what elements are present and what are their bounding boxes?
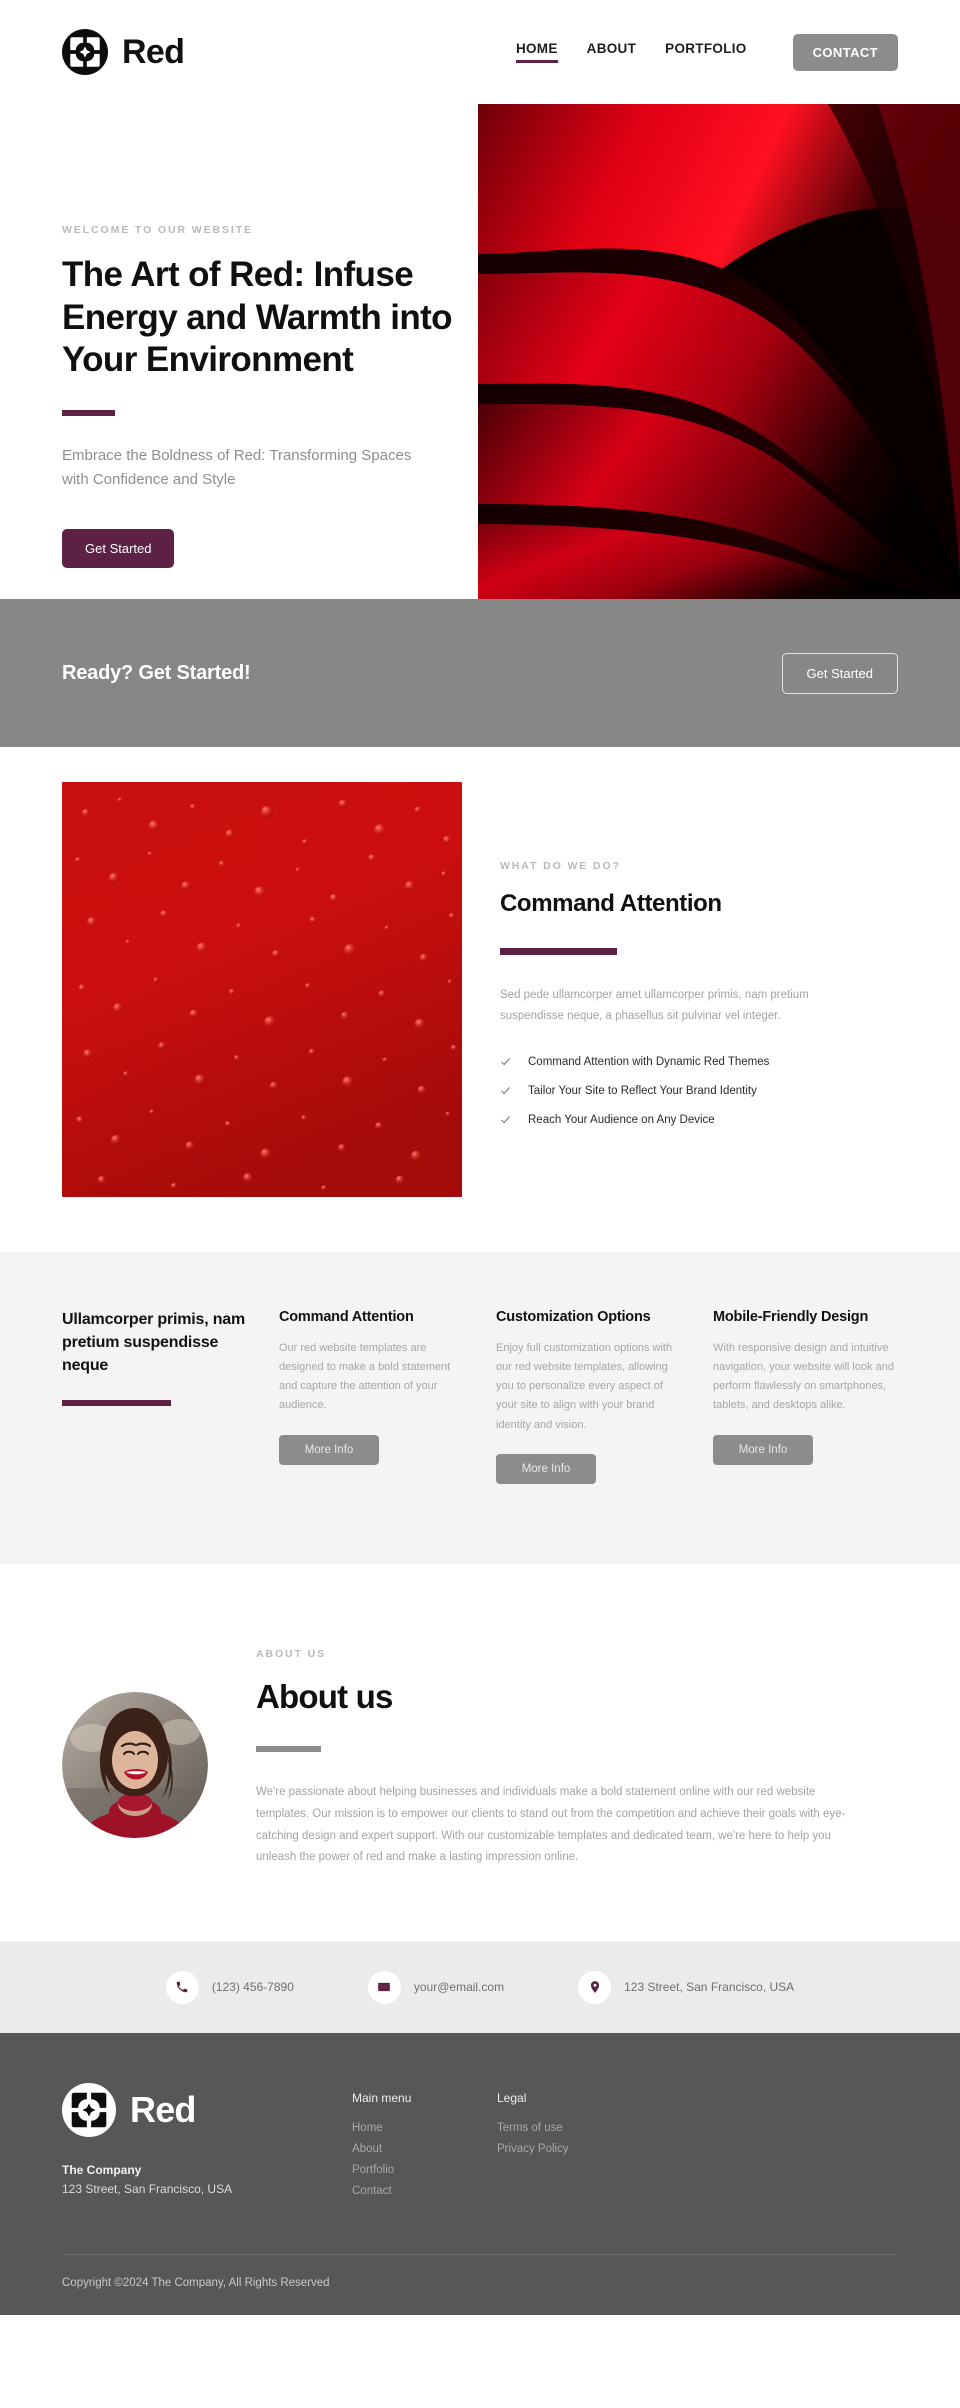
red-droplets-image: [62, 782, 462, 1197]
cta-banner-button[interactable]: Get Started: [781, 652, 898, 694]
footer-link-about[interactable]: About: [352, 2143, 497, 2155]
footer-legal-column: Legal Terms of use Privacy Policy: [497, 2083, 642, 2206]
about-accent-rule: [256, 1745, 321, 1752]
footer-link-portfolio[interactable]: Portfolio: [352, 2164, 497, 2176]
main-navigation: HOME ABOUT PORTFOLIO CONTACT: [515, 33, 898, 71]
hero-subtitle: Embrace the Boldness of Red: Transformin…: [62, 447, 412, 489]
hero-title: The Art of Red: Infuse Energy and Warmth…: [62, 255, 453, 380]
feature-card: Customization Options Enjoy full customi…: [496, 1308, 681, 1484]
what-we-do-copy: WHAT DO WE DO? Command Attention Sed ped…: [500, 782, 898, 1143]
cta-banner-title: Ready? Get Started!: [62, 661, 251, 684]
abstract-red-waves-graphic: [478, 104, 960, 599]
features-section: Ullamcorper primis, nam pretium suspendi…: [0, 1252, 960, 1564]
about-copy: ABOUT US About us We're passionate about…: [256, 1634, 898, 1869]
footer-main-menu-title: Main menu: [352, 2091, 412, 2106]
checklist-item-label: Command Attention with Dynamic Red Theme…: [528, 1055, 770, 1068]
feature-more-info-button[interactable]: More Info: [496, 1453, 596, 1484]
about-title: About us: [256, 1677, 393, 1715]
hero-section: WELCOME TO OUR WEBSITE The Art of Red: I…: [0, 104, 960, 599]
feature-card-body: Our red website templates are designed t…: [279, 1341, 451, 1412]
brand-logo[interactable]: Red: [62, 29, 185, 75]
footer-address: 123 Street, San Francisco, USA: [62, 2182, 233, 2197]
contact-phone-text: (123) 456-7890: [211, 1980, 294, 1995]
feature-card: Mobile-Friendly Design With responsive d…: [713, 1308, 898, 1484]
about-section: ABOUT US About us We're passionate about…: [0, 1563, 960, 1942]
landing-page: Red HOME ABOUT PORTFOLIO CONTACT WELCOME…: [0, 0, 960, 2316]
flower-logo-icon: [62, 29, 108, 75]
feature-card-title: Customization Options: [496, 1309, 651, 1325]
feature-more-info-button[interactable]: More Info: [279, 1434, 379, 1465]
flower-logo-icon: [62, 2083, 116, 2138]
footer-brand-name: Red: [130, 2089, 196, 2131]
feature-card-body: Enjoy full customization options with ou…: [496, 1341, 673, 1431]
what-we-do-eyebrow: WHAT DO WE DO?: [500, 860, 621, 872]
what-we-do-checklist: Command Attention with Dynamic Red Theme…: [500, 1056, 898, 1126]
checklist-item: Command Attention with Dynamic Red Theme…: [500, 1056, 898, 1068]
what-we-do-body: Sed pede ullamcorper amet ullamcorper pr…: [500, 989, 809, 1023]
footer-brand-column: Red The Company 123 Street, San Francisc…: [62, 2083, 352, 2206]
features-accent-rule: [62, 1399, 171, 1406]
features-lead-title: Ullamcorper primis, nam pretium suspendi…: [62, 1311, 246, 1375]
about-eyebrow: ABOUT US: [256, 1647, 327, 1660]
brand-name: Red: [122, 32, 185, 71]
about-avatar-image: [62, 1691, 208, 1838]
contact-phone[interactable]: (123) 456-7890: [165, 1970, 294, 2004]
hero-copy: WELCOME TO OUR WEBSITE The Art of Red: I…: [62, 224, 482, 568]
footer-main-menu-column: Main menu Home About Portfolio Contact: [352, 2083, 497, 2206]
footer-link-contact[interactable]: Contact: [352, 2185, 497, 2197]
check-icon: [501, 1087, 510, 1095]
checklist-item-label: Tailor Your Site to Reflect Your Brand I…: [528, 1084, 757, 1097]
about-body: We're passionate about helping businesse…: [256, 1785, 846, 1864]
footer-link-terms[interactable]: Terms of use: [497, 2122, 642, 2134]
contact-address-text: 123 Street, San Francisco, USA: [624, 1980, 795, 1995]
contact-strip: (123) 456-7890 your@email.com 123 Street…: [0, 1941, 960, 2034]
feature-more-info-button[interactable]: More Info: [713, 1434, 813, 1465]
what-we-do-section: WHAT DO WE DO? Command Attention Sed ped…: [0, 747, 960, 1252]
feature-card-body: With responsive design and intuitive nav…: [713, 1341, 894, 1412]
check-icon: [501, 1058, 510, 1066]
contact-email[interactable]: your@email.com: [367, 1970, 505, 2004]
nav-item-portfolio[interactable]: PORTFOLIO: [665, 41, 746, 63]
hero-image: [478, 104, 960, 599]
checklist-item: Tailor Your Site to Reflect Your Brand I…: [500, 1085, 898, 1097]
site-footer: Red The Company 123 Street, San Francisc…: [0, 2033, 960, 2316]
what-we-do-title: Command Attention: [500, 890, 722, 917]
envelope-icon: [367, 1970, 401, 2004]
features-lead-column: Ullamcorper primis, nam pretium suspendi…: [62, 1308, 247, 1484]
contact-email-text: your@email.com: [413, 1980, 505, 1995]
feature-card: Command Attention Our red website templa…: [279, 1308, 464, 1484]
site-header: Red HOME ABOUT PORTFOLIO CONTACT: [0, 0, 960, 104]
footer-copyright: Copyright ©2024 The Company, All Rights …: [62, 2277, 330, 2290]
feature-card-title: Command Attention: [279, 1309, 414, 1325]
check-icon: [501, 1116, 510, 1124]
nav-item-home[interactable]: HOME: [515, 41, 558, 63]
footer-link-privacy[interactable]: Privacy Policy: [497, 2143, 642, 2155]
what-we-do-accent-rule: [500, 948, 617, 955]
footer-link-home[interactable]: Home: [352, 2122, 497, 2134]
checklist-item-label: Reach Your Audience on Any Device: [528, 1113, 715, 1126]
phone-icon: [165, 1970, 199, 2004]
contact-button[interactable]: CONTACT: [792, 33, 898, 71]
hero-eyebrow: WELCOME TO OUR WEBSITE: [62, 224, 253, 236]
hero-get-started-button[interactable]: Get Started: [62, 528, 175, 568]
feature-card-title: Mobile-Friendly Design: [713, 1309, 869, 1325]
contact-address[interactable]: 123 Street, San Francisco, USA: [578, 1970, 795, 2004]
footer-top: Red The Company 123 Street, San Francisc…: [62, 2083, 898, 2206]
location-pin-icon: [578, 1970, 612, 2004]
footer-legal-title: Legal: [497, 2091, 527, 2106]
nav-item-about[interactable]: ABOUT: [587, 41, 637, 63]
footer-company-name: The Company: [62, 2163, 142, 2178]
checklist-item: Reach Your Audience on Any Device: [500, 1114, 898, 1126]
footer-brand[interactable]: Red: [62, 2083, 352, 2138]
hero-accent-rule: [62, 410, 115, 417]
cta-banner: Ready? Get Started! Get Started: [0, 599, 960, 747]
